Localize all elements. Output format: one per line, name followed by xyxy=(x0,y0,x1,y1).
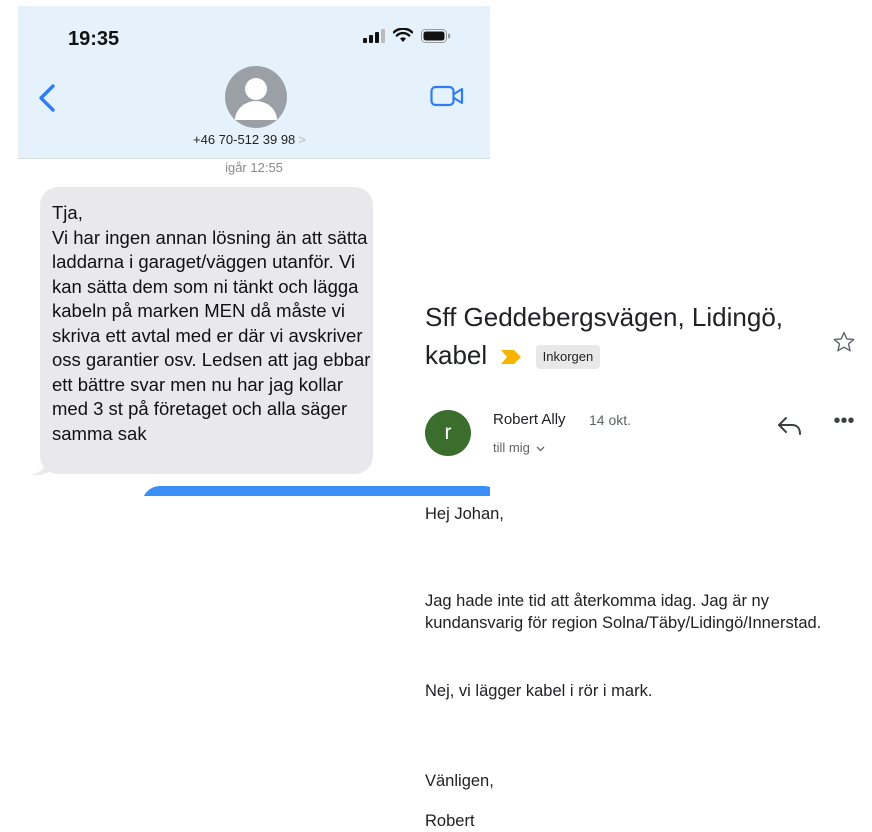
back-chevron-icon[interactable] xyxy=(36,78,58,118)
battery-icon xyxy=(421,28,451,43)
star-icon[interactable] xyxy=(832,330,856,354)
more-options-icon[interactable]: ••• xyxy=(832,411,856,436)
bubble-tail xyxy=(31,458,51,476)
wifi-icon xyxy=(393,28,413,42)
outgoing-message-bubble xyxy=(142,486,490,496)
recipient-details[interactable]: till mig xyxy=(493,440,545,455)
contact-number[interactable]: +46 70-512 39 98 > xyxy=(193,132,306,147)
contact-chevron-icon: > xyxy=(298,132,306,147)
status-bar-icons xyxy=(363,28,451,43)
status-bar-time: 19:35 xyxy=(68,28,120,50)
email-subject-text: Sff Geddebergsvägen, Lidingö, kabel xyxy=(425,302,784,370)
signal-icon xyxy=(363,28,385,43)
contact-number-text: +46 70-512 39 98 xyxy=(193,132,296,147)
chevron-down-icon xyxy=(537,446,545,451)
contact-avatar-icon[interactable] xyxy=(225,66,287,128)
email-date: 14 okt. xyxy=(589,412,632,428)
inbox-label-chip[interactable]: Inkorgen xyxy=(535,345,601,370)
recipient-text: till mig xyxy=(493,440,530,455)
sender-name[interactable]: Robert Ally xyxy=(493,411,566,428)
email-greeting: Hej Johan, xyxy=(425,505,504,523)
email-paragraph-1: Jag hade inte tid att återkomma idag. Ja… xyxy=(425,592,822,632)
email-subject: Sff Geddebergsvägen, Lidingö, kabel Inko… xyxy=(425,298,817,374)
email-paragraph-2: Nej, vi lägger kabel i rör i mark. xyxy=(425,682,653,700)
sender-avatar[interactable]: r xyxy=(425,410,471,456)
video-call-icon[interactable] xyxy=(430,84,464,108)
imessage-screenshot: 19:35 +46 70-512 39 98 > igår 12:55 Tja,… xyxy=(18,6,490,496)
message-text: Tja, Vi har ingen annan lösning än att s… xyxy=(52,202,371,444)
message-timestamp: igår 12:55 xyxy=(225,160,283,175)
importance-marker-icon[interactable] xyxy=(500,349,522,365)
email-closing: Vänligen, xyxy=(425,772,494,790)
reply-icon[interactable] xyxy=(777,415,803,437)
